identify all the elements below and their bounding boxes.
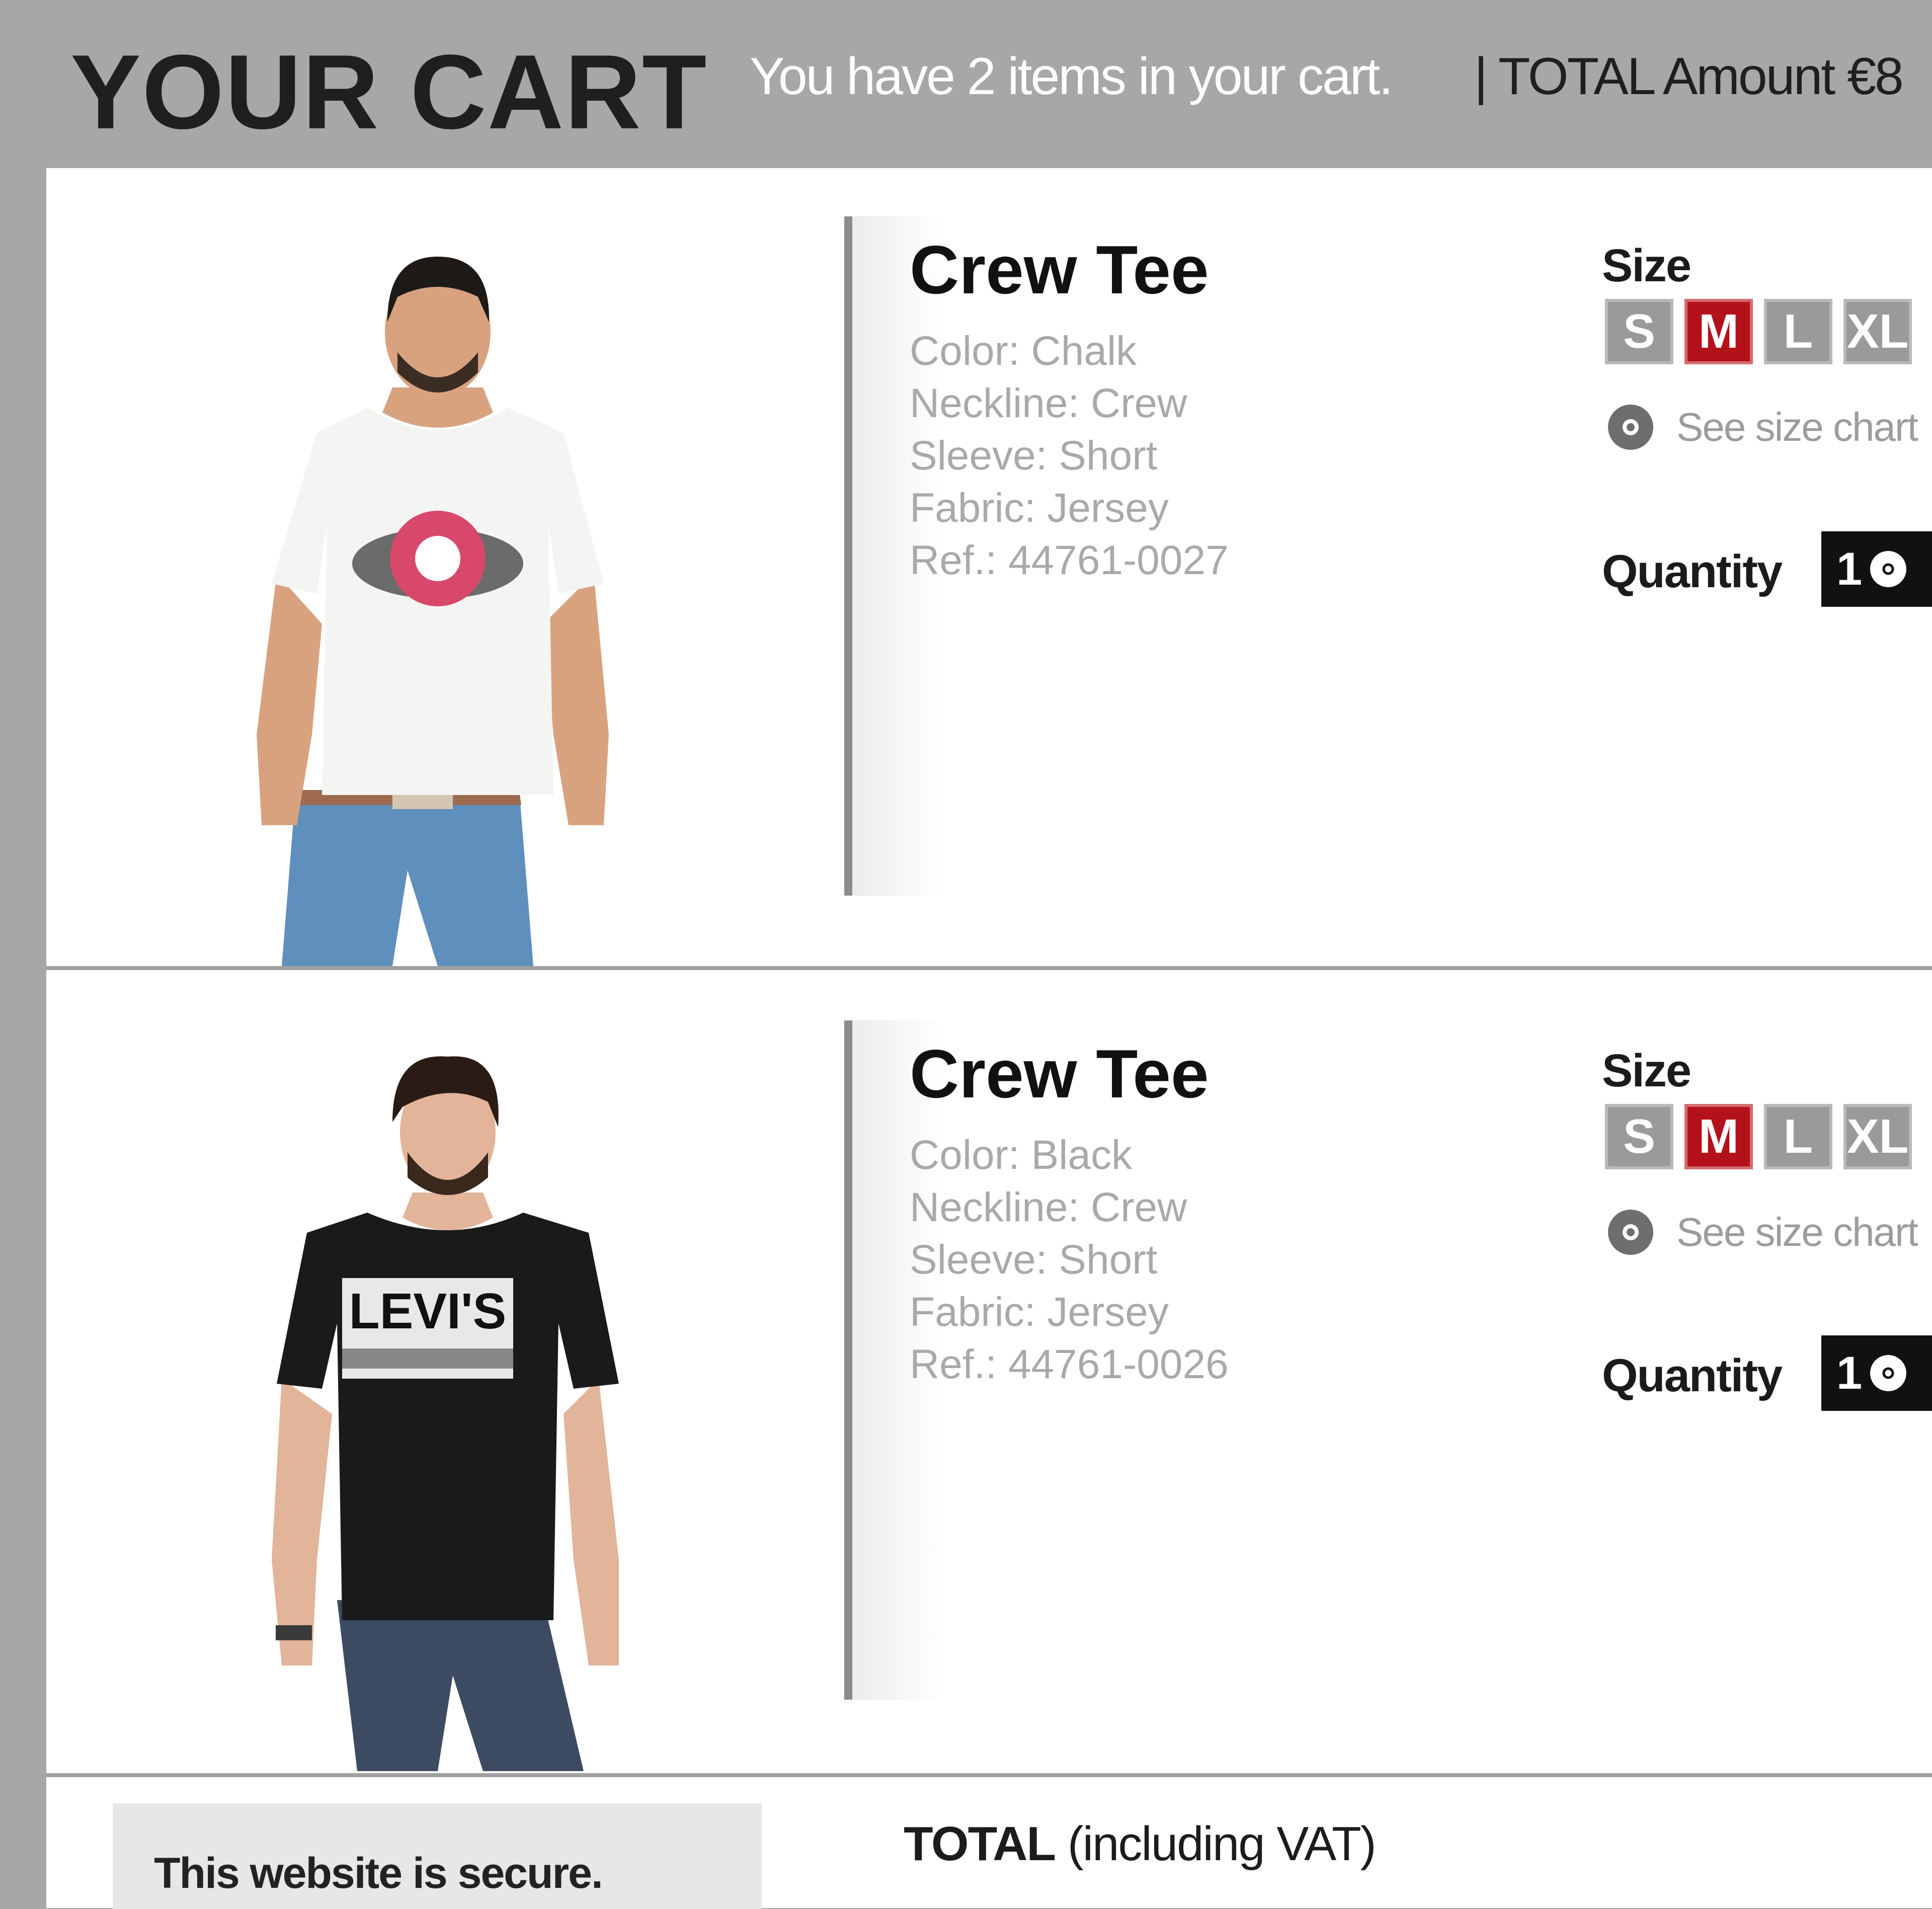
stepper-knob-icon[interactable] [1870,551,1907,587]
attr-fabric: Fabric: Jersey [910,1289,1169,1335]
attr-ref: Ref.: 44761-0027 [910,537,1229,583]
quantity-label: Quantity [1602,546,1783,597]
attr-sleeve: Sleeve: Short [910,1237,1158,1283]
attr-neckline: Neckline: Crew [910,1184,1187,1230]
size-option-s[interactable]: S [1605,1104,1673,1169]
size-chart-link[interactable]: See size chart [1608,1210,1918,1255]
row-divider [46,1773,1932,1777]
size-label: Size [1602,240,1692,291]
attr-neckline: Neckline: Crew [910,380,1187,426]
product-image[interactable] [242,221,634,966]
item-divider-line [844,1020,852,1700]
play-circle-icon [1608,405,1653,450]
product-attributes: Color: Chalk Neckline: Crew Sleeve: Shor… [910,325,1229,587]
size-option-m[interactable]: M [1684,1104,1753,1169]
secure-notice-text: This website is secure. [154,1849,603,1897]
item-divider-line [844,216,852,896]
play-circle-icon [1608,1210,1653,1255]
quantity-value: 1 [1836,1347,1863,1399]
product-photo-white-tee [257,257,609,966]
size-option-l[interactable]: L [1764,1104,1832,1169]
shirt-print-text: LEVI'S [349,1283,507,1339]
attr-color: Color: Chalk [910,328,1137,374]
quantity-stepper[interactable]: 1 [1821,1335,1932,1411]
cart-total-amount: | TOTAL Amount €8 [1474,47,1904,106]
size-option-s[interactable]: S [1605,299,1673,364]
attr-fabric: Fabric: Jersey [910,485,1169,531]
order-total-label: TOTAL (including VAT) [904,1816,1377,1872]
size-chart-label: See size chart [1676,405,1918,449]
size-label: Size [1602,1045,1692,1096]
total-vat-note: (including VAT) [1055,1817,1377,1871]
quantity-value: 1 [1836,543,1863,595]
attr-color: Color: Black [910,1132,1133,1178]
total-bold: TOTAL [904,1817,1056,1871]
stepper-knob-icon[interactable] [1870,1355,1907,1391]
product-photo-black-tee: LEVI'S [272,1056,619,1771]
size-chart-link[interactable]: See size chart [1608,405,1918,450]
attr-sleeve: Sleeve: Short [910,433,1158,479]
size-option-xl[interactable]: XL [1843,299,1912,364]
quantity-label: Quantity [1602,1350,1783,1401]
product-name[interactable]: Crew Tee [910,235,1209,304]
size-selector: S M L XL [1605,1104,1912,1169]
size-option-l[interactable]: L [1764,299,1832,364]
size-option-xl[interactable]: XL [1843,1104,1912,1169]
attr-ref: Ref.: 44761-0026 [910,1341,1229,1387]
row-divider [46,966,1932,970]
quantity-stepper[interactable]: 1 [1821,531,1932,607]
size-selector: S M L XL [1605,299,1912,364]
product-attributes: Color: Black Neckline: Crew Sleeve: Shor… [910,1129,1229,1391]
size-option-m[interactable]: M [1684,299,1753,364]
product-image[interactable]: LEVI'S [252,1031,644,1771]
size-chart-label: See size chart [1676,1210,1918,1254]
page-title: YOUR CART [70,33,708,151]
product-name[interactable]: Crew Tee [910,1040,1209,1108]
cart-item-count: You have 2 items in your cart. [750,47,1393,106]
